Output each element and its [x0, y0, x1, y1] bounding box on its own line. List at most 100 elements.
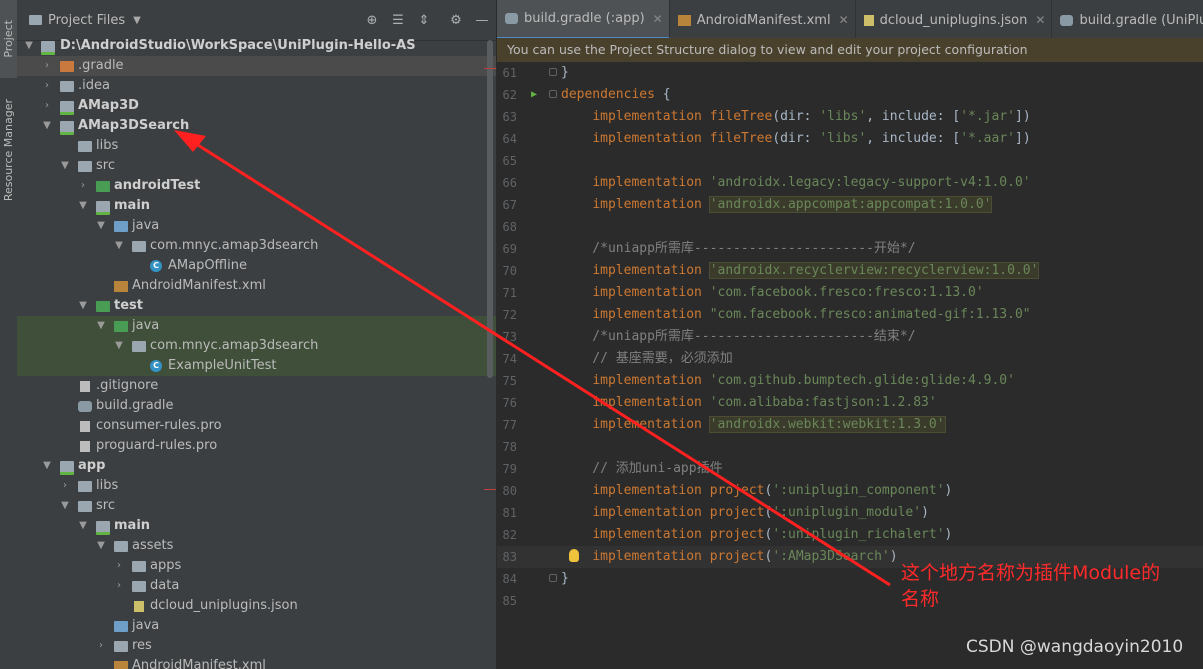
code-line[interactable]: 74 // 基座需要，必须添加 — [497, 348, 1203, 370]
chevron-down-icon[interactable]: ▼ — [42, 116, 52, 136]
chevron-down-icon[interactable]: ▼ — [78, 296, 88, 316]
tree-node[interactable]: ▼ test — [17, 296, 496, 316]
chevron-down-icon[interactable]: ▼ — [96, 316, 106, 336]
chevron-right-icon[interactable]: › — [114, 556, 124, 576]
code-line[interactable]: 79 // 添加uni-app插件 — [497, 458, 1203, 480]
code-line[interactable]: 72 implementation "com.facebook.fresco:a… — [497, 304, 1203, 326]
code-line[interactable]: 68 — [497, 216, 1203, 238]
tree-node[interactable]: java — [17, 616, 496, 636]
tree-node[interactable]: consumer-rules.pro — [17, 416, 496, 436]
tree-node[interactable]: build.gradle — [17, 396, 496, 416]
close-icon[interactable]: ✕ — [1035, 13, 1045, 27]
tree-node[interactable]: › data — [17, 576, 496, 596]
tree-node[interactable]: libs — [17, 136, 496, 156]
code-line[interactable]: 75 implementation 'com.github.bumptech.g… — [497, 370, 1203, 392]
tree-node[interactable]: ▼ src — [17, 156, 496, 176]
code-line[interactable]: 64 implementation fileTree(dir: 'libs', … — [497, 128, 1203, 150]
chevron-down-icon[interactable]: ▼ — [78, 516, 88, 536]
code-area[interactable]: 61} 62 ▶ dependencies {63 implementation fi… — [497, 62, 1203, 612]
project-structure-banner[interactable]: You can use the Project Structure dialog… — [497, 38, 1203, 62]
tree-node[interactable]: C AMapOffline — [17, 256, 496, 276]
close-icon[interactable]: ✕ — [653, 12, 663, 26]
tree-node[interactable]: ▼ com.mnyc.amap3dsearch — [17, 336, 496, 356]
minimize-icon[interactable]: — — [474, 12, 490, 28]
code-line[interactable]: 70 implementation 'androidx.recyclerview… — [497, 260, 1203, 282]
chevron-down-icon[interactable]: ▼ — [133, 15, 141, 26]
code-line[interactable]: 76 implementation 'com.alibaba:fastjson:… — [497, 392, 1203, 414]
chevron-down-icon[interactable]: ▼ — [24, 36, 34, 56]
project-view-selector[interactable]: Project Files — [48, 13, 125, 28]
code-line[interactable]: 66 implementation 'androidx.legacy:legac… — [497, 172, 1203, 194]
fold-icon[interactable] — [549, 90, 557, 98]
chevron-right-icon[interactable]: › — [42, 56, 52, 76]
editor-tab[interactable]: build.gradle (:app) ✕ — [497, 0, 670, 40]
project-tool-tab[interactable]: Project — [0, 0, 17, 78]
code-line[interactable]: 67 implementation 'androidx.appcompat:ap… — [497, 194, 1203, 216]
tree-node[interactable]: › res — [17, 636, 496, 656]
chevron-right-icon[interactable]: › — [96, 636, 106, 656]
resource-manager-tool-tab[interactable]: Resource Manager — [0, 90, 17, 210]
tree-node[interactable]: AndroidManifest.xml — [17, 276, 496, 296]
tree-node[interactable]: ▼ src — [17, 496, 496, 516]
chevron-down-icon[interactable]: ▼ — [114, 336, 124, 356]
chevron-down-icon[interactable]: ▼ — [60, 156, 70, 176]
tree-node[interactable]: C ExampleUnitTest — [17, 356, 496, 376]
tree-scrollbar[interactable] — [487, 40, 493, 378]
chevron-down-icon[interactable]: ▼ — [96, 536, 106, 556]
code-line[interactable]: 81 implementation project(':uniplugin_mo… — [497, 502, 1203, 524]
code-line[interactable]: 80 implementation project(':uniplugin_co… — [497, 480, 1203, 502]
tree-node[interactable]: › .gradle — [17, 56, 496, 76]
code-line[interactable]: 65 — [497, 150, 1203, 172]
code-line[interactable]: 73 /*uniapp所需库-----------------------结束*… — [497, 326, 1203, 348]
code-line[interactable]: 77 implementation 'androidx.webkit:webki… — [497, 414, 1203, 436]
tree-node[interactable]: › apps — [17, 556, 496, 576]
code-line[interactable]: 78 — [497, 436, 1203, 458]
gear-icon[interactable]: ⚙ — [448, 12, 464, 28]
tree-node[interactable]: ▼ java — [17, 216, 496, 236]
tree-node[interactable]: proguard-rules.pro — [17, 436, 496, 456]
line-number: 78 — [502, 440, 517, 454]
chevron-down-icon[interactable]: ▼ — [114, 236, 124, 256]
run-icon[interactable]: ▶ — [527, 84, 541, 106]
chevron-down-icon[interactable]: ▼ — [78, 196, 88, 216]
tree-node[interactable]: AndroidManifest.xml — [17, 656, 496, 669]
chevron-right-icon[interactable]: › — [42, 96, 52, 116]
chevron-right-icon[interactable]: › — [78, 176, 88, 196]
chevron-right-icon[interactable]: › — [60, 476, 70, 496]
tree-node[interactable]: › androidTest — [17, 176, 496, 196]
tree-node[interactable]: › AMap3D — [17, 96, 496, 116]
editor-tab[interactable]: AndroidManifest.xml ✕ — [670, 0, 856, 40]
close-icon[interactable]: ✕ — [839, 13, 849, 27]
chevron-down-icon[interactable]: ▼ — [42, 456, 52, 476]
tree-node[interactable]: ▼ main — [17, 516, 496, 536]
fold-icon[interactable] — [549, 68, 557, 76]
editor-tab[interactable]: build.gradle (UniPlugin-Hello- — [1052, 0, 1203, 40]
tree-node[interactable]: dcloud_uniplugins.json — [17, 596, 496, 616]
expand-all-icon[interactable]: ⇕ — [416, 12, 432, 28]
code-line[interactable]: 69 /*uniapp所需库-----------------------开始*… — [497, 238, 1203, 260]
tree-node[interactable]: ▼ AMap3DSearch — [17, 116, 496, 136]
chevron-down-icon[interactable]: ▼ — [60, 496, 70, 516]
editor-tab[interactable]: dcloud_uniplugins.json ✕ — [856, 0, 1053, 40]
tree-node[interactable]: ▼ app — [17, 456, 496, 476]
chevron-down-icon[interactable]: ▼ — [96, 216, 106, 236]
code-line[interactable]: 62 ▶ dependencies { — [497, 84, 1203, 106]
tree-node[interactable]: ▼ assets — [17, 536, 496, 556]
collapse-all-icon[interactable]: ☰ — [390, 12, 406, 28]
chevron-right-icon[interactable]: › — [42, 76, 52, 96]
code-line[interactable]: 63 implementation fileTree(dir: 'libs', … — [497, 106, 1203, 128]
tree-node[interactable]: ▼ com.mnyc.amap3dsearch — [17, 236, 496, 256]
fold-icon[interactable] — [549, 574, 557, 582]
code-line[interactable]: 71 implementation 'com.facebook.fresco:f… — [497, 282, 1203, 304]
code-line[interactable]: 82 implementation project(':uniplugin_ri… — [497, 524, 1203, 546]
tree-node[interactable]: ▼ java — [17, 316, 496, 336]
editor-tab-label: build.gradle (UniPlugin-Hello- — [1079, 12, 1203, 28]
tree-node[interactable]: ▼ main — [17, 196, 496, 216]
target-icon[interactable]: ⊕ — [364, 12, 380, 28]
tree-node[interactable]: › .idea — [17, 76, 496, 96]
chevron-right-icon[interactable]: › — [114, 576, 124, 596]
tree-node[interactable]: › libs — [17, 476, 496, 496]
tree-node[interactable]: ▼ D:\AndroidStudio\WorkSpace\UniPlugin-H… — [17, 36, 496, 56]
code-line[interactable]: 61} — [497, 62, 1203, 84]
tree-node[interactable]: .gitignore — [17, 376, 496, 396]
